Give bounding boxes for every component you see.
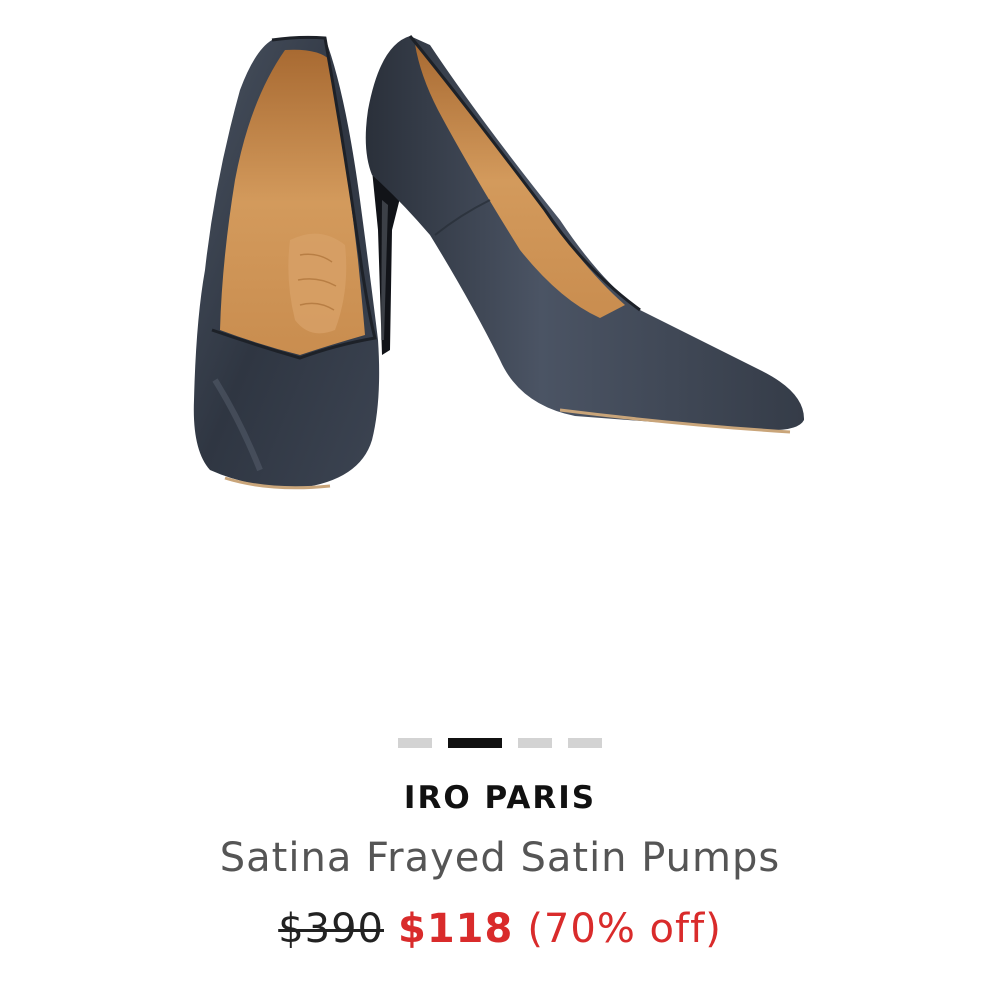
original-price: $390 [278,906,384,952]
carousel-dot-2-active[interactable] [448,738,502,748]
sale-price: $118 [398,906,514,952]
image-carousel-indicators [0,738,1000,748]
left-pump [193,35,380,490]
carousel-dot-4[interactable] [568,738,602,748]
price-row: $390 $118 (70% off) [0,906,1000,952]
product-image[interactable] [0,0,1000,700]
carousel-dot-1[interactable] [398,738,432,748]
right-pump [365,35,805,434]
carousel-dot-3[interactable] [518,738,552,748]
pumps-photo [193,35,805,490]
discount-percent: (70% off) [527,906,722,952]
product-title: Satina Frayed Satin Pumps [219,835,781,881]
brand-name[interactable]: IRO PARIS [0,780,1000,816]
